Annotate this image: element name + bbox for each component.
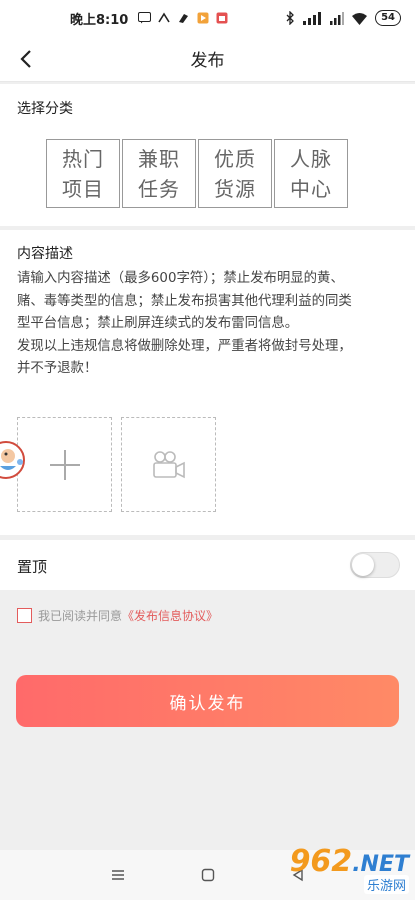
category-option-network-center[interactable]: 人脉 中心	[274, 139, 348, 208]
plus-icon	[49, 449, 80, 480]
status-time: 晚上8:10	[70, 12, 129, 28]
watermark-sub: 乐游网	[363, 875, 409, 894]
page-title: 发布	[190, 51, 225, 71]
pin-section: 置顶	[0, 540, 415, 590]
category-option-hot-projects[interactable]: 热门 项目	[46, 139, 120, 208]
watermark-suffix: .NET	[352, 852, 409, 877]
bluetooth-icon	[286, 11, 294, 25]
notification-icon	[179, 14, 189, 23]
toggle-knob	[352, 554, 374, 576]
message-icon	[138, 12, 152, 24]
agreement-row: 我已阅读并同意 《发布信息协议》	[17, 607, 218, 624]
category-options: 热门 项目 兼职 任务 优质 货源 人脉 中心	[46, 139, 348, 208]
agreement-checkbox[interactable]	[17, 608, 32, 623]
agreement-link[interactable]: 《发布信息协议》	[122, 607, 218, 624]
watermark-number: 962	[289, 844, 353, 879]
category-option-text: 项目	[62, 176, 104, 201]
home-square-icon	[201, 868, 214, 882]
agreement-text: 我已阅读并同意	[38, 609, 123, 623]
wifi-icon	[352, 12, 368, 25]
placeholder-line: 请输入内容描述（最多600字符）；禁止发布明显的黄、	[17, 271, 344, 286]
signal-icon	[303, 11, 322, 25]
chevron-left-icon	[20, 50, 31, 68]
pin-label: 置顶	[17, 558, 48, 576]
battery-indicator: 54	[375, 10, 401, 26]
home-nav-button[interactable]	[198, 865, 218, 885]
placeholder-line: 赌、毒等类型的信息；禁止发布损害其他代理利益的同类	[17, 293, 352, 309]
header: 发布	[0, 36, 415, 82]
submit-button[interactable]: 确认发布	[16, 675, 399, 727]
watermark-main: 962 .NET	[290, 844, 409, 879]
back-button[interactable]	[12, 44, 40, 74]
placeholder-line: 发现以上违规信息将做删除处理，严重者将做封号处理，	[17, 338, 352, 354]
add-video-button[interactable]	[121, 417, 216, 512]
status-system-icons: 54	[286, 10, 401, 26]
category-option-quality-source[interactable]: 优质 货源	[198, 139, 272, 208]
category-option-text: 热门	[62, 146, 104, 171]
app-icon	[158, 12, 171, 23]
mascot-icon	[0, 441, 25, 479]
menu-nav-button[interactable]	[108, 865, 128, 885]
signal-icon-2	[330, 11, 345, 25]
category-option-text: 兼职	[138, 146, 180, 171]
status-notification-icons	[138, 12, 228, 24]
add-image-button[interactable]	[17, 417, 112, 512]
video-camera-icon	[152, 450, 185, 478]
status-bar: 晚上8:10 54	[0, 0, 415, 36]
pin-toggle[interactable]	[350, 552, 400, 578]
content-label: 内容描述	[17, 246, 73, 262]
menu-icon	[111, 870, 124, 880]
placeholder-line: 型平台信息；禁止刷屏连续式的发布雷同信息。	[17, 316, 299, 331]
placeholder-line: 并不予退款！	[17, 361, 98, 376]
watermark-logo: 962 .NET 乐游网	[290, 844, 409, 894]
category-option-part-time[interactable]: 兼职 任务	[122, 139, 196, 208]
content-description-input[interactable]: 请输入内容描述（最多600字符）；禁止发布明显的黄、 赌、毒等类型的信息；禁止发…	[17, 268, 402, 381]
play-icon	[197, 12, 209, 24]
store-icon	[216, 12, 228, 24]
category-option-text: 人脉	[290, 146, 332, 171]
content-section: 内容描述 请输入内容描述（最多600字符）；禁止发布明显的黄、 赌、毒等类型的信…	[0, 230, 415, 535]
category-option-text: 中心	[290, 176, 332, 201]
category-option-text: 货源	[214, 176, 256, 201]
category-option-text: 任务	[138, 176, 180, 201]
category-section: 选择分类 热门 项目 兼职 任务 优质 货源 人脉 中心	[0, 84, 415, 226]
category-option-text: 优质	[214, 146, 256, 171]
category-label: 选择分类	[17, 101, 73, 117]
